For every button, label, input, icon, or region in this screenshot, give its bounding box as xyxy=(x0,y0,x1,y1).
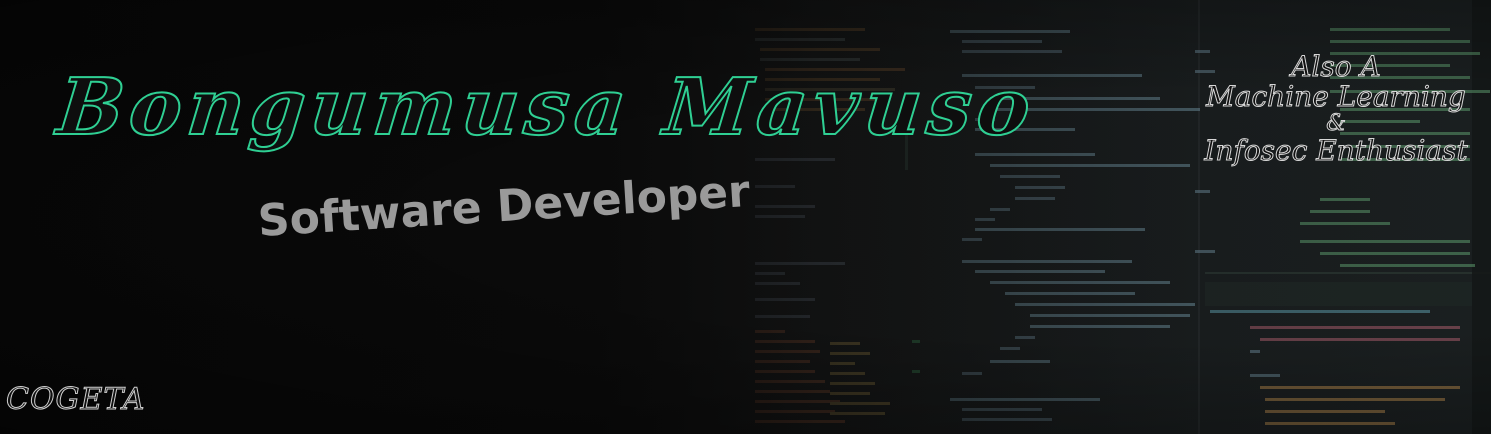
cogeta-logo: COGETA xyxy=(5,382,146,418)
interests-block: Also A Machine Learning & Infosec Enthus… xyxy=(1196,50,1476,167)
interests-line-1: Also A xyxy=(1291,50,1382,83)
developer-name: Bongumusa Mavuso xyxy=(52,61,1041,154)
interests-ampersand: & xyxy=(1326,111,1347,136)
profile-banner: Bongumusa Mavuso Software Developer Also… xyxy=(0,0,1491,434)
interests-line-2: Machine Learning xyxy=(1206,80,1467,113)
interests-line-4: Infosec Enthusiast xyxy=(1204,134,1468,167)
